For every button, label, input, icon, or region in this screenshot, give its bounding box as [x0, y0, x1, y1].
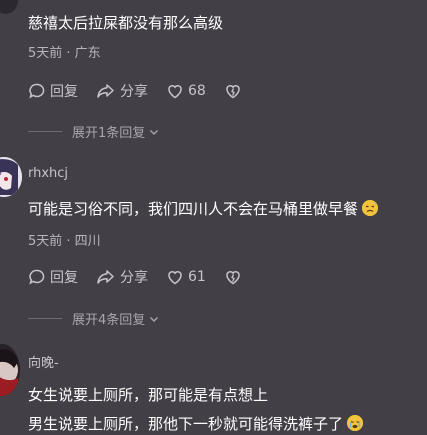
share-button[interactable]: 分享 [96, 81, 148, 101]
username[interactable]: rhxhcj [28, 166, 68, 181]
heart-icon [168, 85, 182, 99]
avatar[interactable] [0, 157, 22, 197]
broken-heart-icon [226, 85, 240, 99]
sweat-emoji-icon [362, 200, 379, 216]
comment-text-content: 可能是习俗不同，我们四川人不会在马桶里做早餐 [28, 200, 359, 218]
share-label: 分享 [120, 270, 148, 286]
share-icon [97, 270, 114, 284]
divider [28, 131, 62, 132]
reply-button[interactable]: 回复 [28, 267, 78, 287]
expand-replies-label: 展开4条回复 [72, 313, 146, 328]
like-count: 61 [188, 269, 206, 285]
comment-text-line: 男生说要上厕所，那他下一秒就可能得洗裤子了 [28, 413, 364, 434]
avatar-image [0, 344, 20, 396]
reply-label: 回复 [50, 84, 78, 100]
reply-label: 回复 [50, 270, 78, 286]
broken-heart-icon [226, 271, 240, 285]
expand-replies-button[interactable]: 展开4条回复 [28, 309, 160, 328]
comment-actions: 回复 分享 61 [28, 267, 246, 287]
comment-meta: 5天前 · 广东 [28, 46, 101, 61]
username[interactable]: 向晚- [28, 352, 59, 371]
avatar-image [0, 157, 22, 197]
dislike-button[interactable] [224, 268, 246, 286]
expand-replies-label: 展开1条回复 [72, 126, 146, 141]
expand-replies-button[interactable]: 展开1条回复 [28, 122, 160, 141]
comment-text-content: 男生说要上厕所，那他下一秒就可能得洗裤子了 [28, 415, 344, 433]
like-count: 68 [188, 83, 206, 99]
heart-icon [168, 271, 182, 285]
chevron-down-icon [150, 129, 159, 135]
comment-text: 慈禧太后拉屎都没有那么高级 [28, 14, 224, 32]
crying-emoji-icon [347, 415, 364, 431]
comment-meta: 5天前 · 四川 [28, 234, 101, 249]
divider [28, 318, 62, 319]
avatar[interactable] [0, 0, 18, 14]
share-icon [97, 84, 114, 98]
reply-icon [29, 83, 45, 99]
chevron-down-icon [150, 316, 159, 322]
share-button[interactable]: 分享 [96, 267, 148, 287]
reply-button[interactable]: 回复 [28, 81, 78, 101]
share-label: 分享 [120, 84, 148, 100]
like-button[interactable]: 61 [166, 268, 206, 286]
avatar[interactable] [0, 344, 20, 396]
comment-actions: 回复 分享 68 [28, 81, 246, 101]
comment-text-line: 女生说要上厕所，那可能是有点想上 [28, 386, 269, 404]
like-button[interactable]: 68 [166, 82, 206, 100]
comment-text: 可能是习俗不同，我们四川人不会在马桶里做早餐 [28, 198, 379, 219]
dislike-button[interactable] [224, 82, 246, 100]
reply-icon [29, 269, 45, 285]
